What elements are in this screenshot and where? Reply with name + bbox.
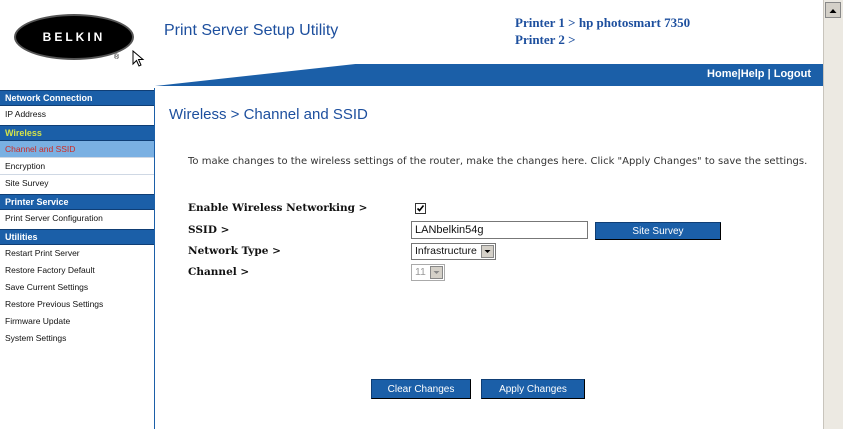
top-nav-links: Home|Help | Logout xyxy=(707,68,811,80)
page-title: Wireless > Channel and SSID xyxy=(169,106,368,123)
intro-text: To make changes to the wireless settings… xyxy=(188,156,808,167)
apply-changes-button[interactable]: Apply Changes xyxy=(481,379,585,399)
ssid-input[interactable] xyxy=(411,221,588,239)
registered-mark: ® xyxy=(114,54,120,61)
sidebar-section-wireless[interactable]: Wireless xyxy=(0,125,154,141)
channel-label: Channel > xyxy=(188,266,250,278)
network-type-value: Infrastructure xyxy=(415,245,477,257)
main-content: Wireless > Channel and SSID To make chan… xyxy=(155,88,823,429)
vertical-scrollbar[interactable] xyxy=(823,0,843,429)
chevron-down-icon[interactable] xyxy=(430,266,443,279)
chevron-down-icon[interactable] xyxy=(481,245,494,258)
sidebar-item-restore-factory-default[interactable]: Restore Factory Default xyxy=(0,262,154,279)
channel-value: 11 xyxy=(415,266,426,278)
sidebar-item-system-settings[interactable]: System Settings xyxy=(0,330,154,347)
clear-changes-button[interactable]: Clear Changes xyxy=(371,379,471,399)
sidebar-section-utilities[interactable]: Utilities xyxy=(0,229,154,245)
page-frame: BELKIN ® Print Server Setup Utility Prin… xyxy=(0,0,823,429)
sidebar-item-restore-previous-settings[interactable]: Restore Previous Settings xyxy=(0,296,154,313)
enable-wireless-label: Enable Wireless Networking > xyxy=(188,202,368,214)
site-survey-button[interactable]: Site Survey xyxy=(595,222,721,240)
sidebar: Network Connection IP Address Wireless C… xyxy=(0,88,155,429)
enable-wireless-checkbox[interactable] xyxy=(415,203,426,214)
scroll-up-arrow-icon[interactable] xyxy=(825,2,841,18)
help-link[interactable]: Help xyxy=(741,68,765,80)
network-type-select[interactable]: Infrastructure xyxy=(411,243,496,260)
printer-1-status: Printer 1 > hp photosmart 7350 xyxy=(515,15,691,30)
sidebar-section-network-connection[interactable]: Network Connection xyxy=(0,90,154,106)
logout-link[interactable]: Logout xyxy=(774,68,811,80)
sidebar-item-save-current-settings[interactable]: Save Current Settings xyxy=(0,279,154,296)
printer-2-status: Printer 2 > xyxy=(515,32,576,47)
mouse-cursor-icon xyxy=(132,50,145,67)
ssid-label: SSID > xyxy=(188,224,230,236)
top-nav-bar: Home|Help | Logout xyxy=(155,64,823,86)
sidebar-item-print-server-configuration[interactable]: Print Server Configuration xyxy=(0,210,154,227)
channel-select[interactable]: 11 xyxy=(411,264,445,281)
sidebar-item-firmware-update[interactable]: Firmware Update xyxy=(0,313,154,330)
printer-status: Printer 1 > hp photosmart 7350 Printer 2… xyxy=(515,14,690,48)
belkin-logo: BELKIN ® xyxy=(14,14,134,66)
sidebar-item-ip-address[interactable]: IP Address xyxy=(0,106,154,123)
network-type-label: Network Type > xyxy=(188,245,281,257)
sidebar-section-printer-service[interactable]: Printer Service xyxy=(0,194,154,210)
app-title: Print Server Setup Utility xyxy=(164,22,339,39)
home-link[interactable]: Home xyxy=(707,68,738,80)
sidebar-item-site-survey[interactable]: Site Survey xyxy=(0,175,154,192)
sidebar-item-encryption[interactable]: Encryption xyxy=(0,158,154,175)
checkmark-icon xyxy=(416,205,425,212)
sidebar-item-channel-and-ssid[interactable]: Channel and SSID xyxy=(0,141,154,158)
sidebar-item-restart-print-server[interactable]: Restart Print Server xyxy=(0,245,154,262)
